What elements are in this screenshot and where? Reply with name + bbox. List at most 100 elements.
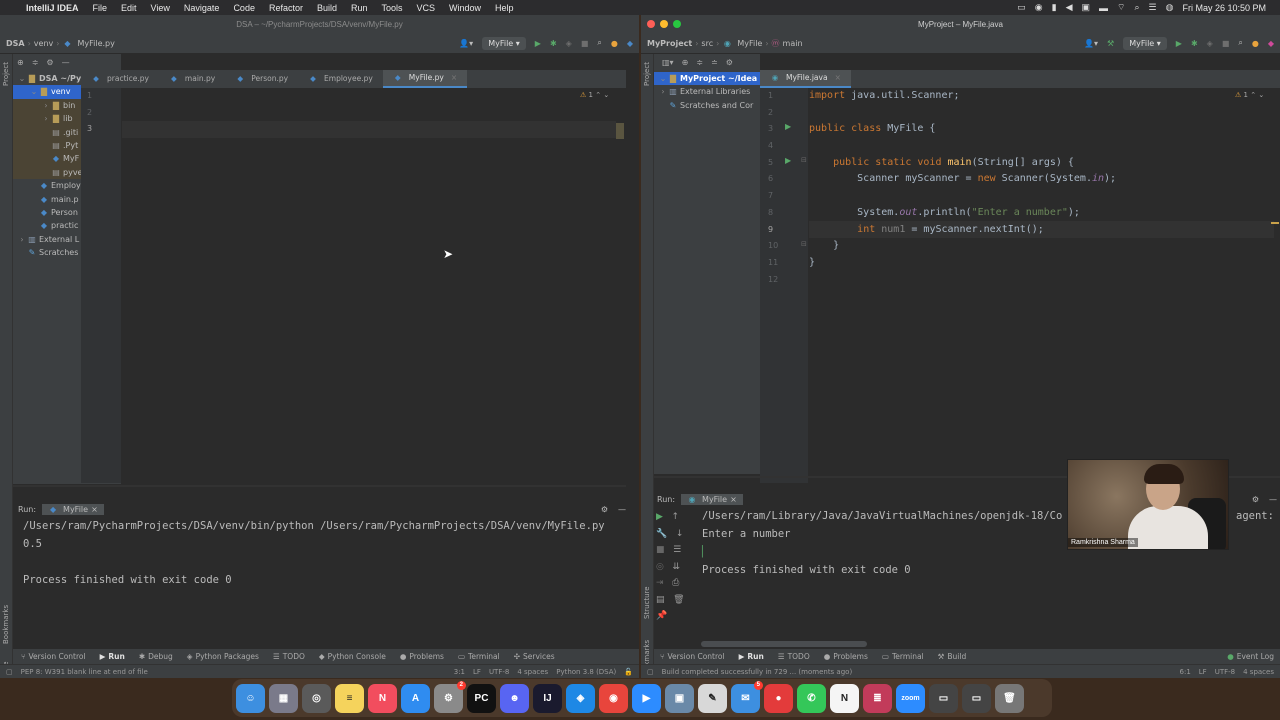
dock-finder-icon[interactable]: ☺ [236,683,265,713]
tab-practice[interactable]: ◆ practice.py [81,70,159,88]
file-encoding[interactable]: UTF-8 [1215,668,1235,676]
ide-icon[interactable]: ◆ [1268,39,1274,48]
lock-icon[interactable]: 🔓 [624,668,633,676]
hide-panel-icon[interactable]: — [1269,495,1277,504]
breadcrumb-folder[interactable]: venv [34,39,53,48]
run-output[interactable]: /Users/ram/PycharmProjects/DSA/venv/bin/… [23,517,605,589]
dock-chrome-icon[interactable]: ◉ [599,683,628,713]
menu-edit[interactable]: Edit [121,3,137,13]
dock-mail-icon[interactable]: ✉ 5 [731,680,763,713]
camera-icon[interactable]: ◎ [656,562,664,572]
project-tool-label[interactable]: Project [2,62,10,86]
record-icon[interactable]: ◉ [1035,2,1043,13]
debug-icon[interactable]: ✱ [1191,39,1198,48]
tool-build[interactable]: ⚒ Build [938,652,967,661]
ide-icon[interactable]: ◆ [627,39,633,48]
close-tab-icon[interactable]: × [91,505,98,514]
dock-app-store-icon[interactable]: A [401,683,430,713]
tool-python-packages[interactable]: ◈ Python Packages [187,652,259,661]
close-tab-icon[interactable]: × [835,69,841,87]
caret-position[interactable]: 6:1 [1180,668,1191,676]
dock-pycharm-icon[interactable]: PC [467,683,496,713]
menu-build[interactable]: Build [317,3,337,13]
tool-todo[interactable]: ☰ TODO [778,652,810,661]
tab-person[interactable]: ◆ Person.py [225,70,298,88]
run-config-select[interactable]: MyFile ▾ [1123,36,1167,50]
run-config-select[interactable]: MyFile ▾ [482,36,526,50]
updates-icon[interactable]: ● [1252,39,1259,48]
close-window-button[interactable] [647,20,655,28]
build-icon[interactable]: ⚒ [1107,39,1114,48]
wifi-icon[interactable]: ⌔ [1117,2,1125,13]
debug-icon[interactable]: ✱ [550,39,557,48]
rerun-icon[interactable]: ▶ [656,512,663,522]
dock-screenshot-icon[interactable]: ◎ [302,683,331,713]
tool-debug[interactable]: ✱ Debug [139,652,173,661]
scrollbar-marker[interactable] [1271,222,1279,224]
screen-mirror-icon[interactable]: ▭ [1017,2,1026,13]
run-class-gutter-icon[interactable]: ▶ [785,122,791,131]
dock-intellij-idea-icon[interactable]: IJ [533,683,562,713]
dock-notes-icon[interactable]: ≡ [335,683,364,713]
tool-problems[interactable]: ● Problems [400,652,444,661]
hide-icon[interactable]: — [62,58,70,67]
tree-item[interactable]: ✎ Scratches and Cor [654,99,760,112]
display-icon[interactable]: ▣ [1082,2,1091,13]
locate-icon[interactable]: ⊕ [682,58,689,67]
siri-icon[interactable]: ◍ [1166,2,1174,13]
dock-window-icon[interactable]: ▭ [929,683,958,713]
scrollbar-marker[interactable] [616,123,624,139]
scroll-to-end-icon[interactable]: ⇊ [672,562,680,572]
menu-code[interactable]: Code [233,3,255,13]
gear-icon[interactable]: ⚙ [601,505,608,514]
run-tab[interactable]: ◉ MyFile × [681,493,743,505]
gear-icon[interactable]: ⚙ [1252,495,1259,504]
dock-textedit-icon[interactable]: ✎ [698,683,727,713]
close-tab-icon[interactable]: × [451,69,457,87]
chevron-right-icon[interactable]: › [41,112,51,125]
dock-system-preferences-icon[interactable]: ⚙ 2 [434,680,466,713]
dock-trash-icon[interactable]: 🗑 [995,683,1024,713]
dock-discord-icon[interactable]: ☻ [500,683,529,713]
search-everywhere-icon[interactable]: ⌕ [1238,38,1242,48]
pin-icon[interactable]: 📌 [656,611,667,621]
indent-setting[interactable]: 4 spaces [517,668,548,676]
breadcrumb-project[interactable]: MyProject [647,39,692,48]
menu-window[interactable]: Window [449,3,481,13]
bookmarks-tool-label[interactable]: Bookmarks [2,605,10,644]
file-encoding[interactable]: UTF-8 [489,668,509,676]
account-icon[interactable]: 👤▾ [459,39,473,48]
line-separator[interactable]: LF [1199,668,1207,676]
menu-navigate[interactable]: Navigate [184,3,220,13]
layout-icon[interactable]: ▤ [656,595,665,605]
chevron-down-icon[interactable]: ⌄ [658,72,668,85]
dock-notion-icon[interactable]: N [830,683,859,713]
tool-terminal[interactable]: ▭ Terminal [882,652,924,661]
soft-wrap-icon[interactable]: ☰ [673,545,681,555]
tool-todo[interactable]: ☰ TODO [273,652,305,661]
inspection-widget[interactable]: ⚠ 1 ⌃ ⌄ [1235,91,1264,99]
tool-version-control[interactable]: ⑂ Version Control [21,652,86,661]
tool-version-control[interactable]: ⑂ Version Control [660,652,725,661]
menu-refactor[interactable]: Refactor [269,3,303,13]
tab-employee[interactable]: ◆ Employee.py [298,70,383,88]
input-cursor[interactable]: ▏ [702,543,1062,561]
control-center-icon[interactable]: ☰ [1149,2,1157,13]
chevron-down-icon[interactable]: ⌄ [17,72,27,85]
coverage-icon[interactable]: ◈ [1207,39,1213,48]
dock-safari-icon[interactable]: ◈ [566,683,595,713]
tab-myfile[interactable]: ◆ MyFile.py × [382,69,468,88]
menubar-clock[interactable]: Fri May 26 10:50 PM [1182,3,1266,13]
status-message[interactable]: Build completed successfully in 729 ... … [662,668,853,676]
chevron-down-icon[interactable]: ⌄ [29,85,39,98]
stop-icon[interactable]: ■ [656,545,665,555]
updates-icon[interactable]: ● [611,39,618,48]
dock-preview-icon[interactable]: ▣ [665,683,694,713]
caret-position[interactable]: 3:1 [454,668,465,676]
tree-item[interactable]: › ▥ External Libraries [654,85,760,98]
volume-icon[interactable]: ◀ [1066,2,1073,13]
tool-problems[interactable]: ● Problems [824,652,868,661]
tab-myfile-java[interactable]: ◉ MyFile.java × [760,70,851,88]
view-toggle-icon[interactable]: ▥▾ [662,58,674,67]
tool-run[interactable]: ▶ Run [100,652,125,661]
